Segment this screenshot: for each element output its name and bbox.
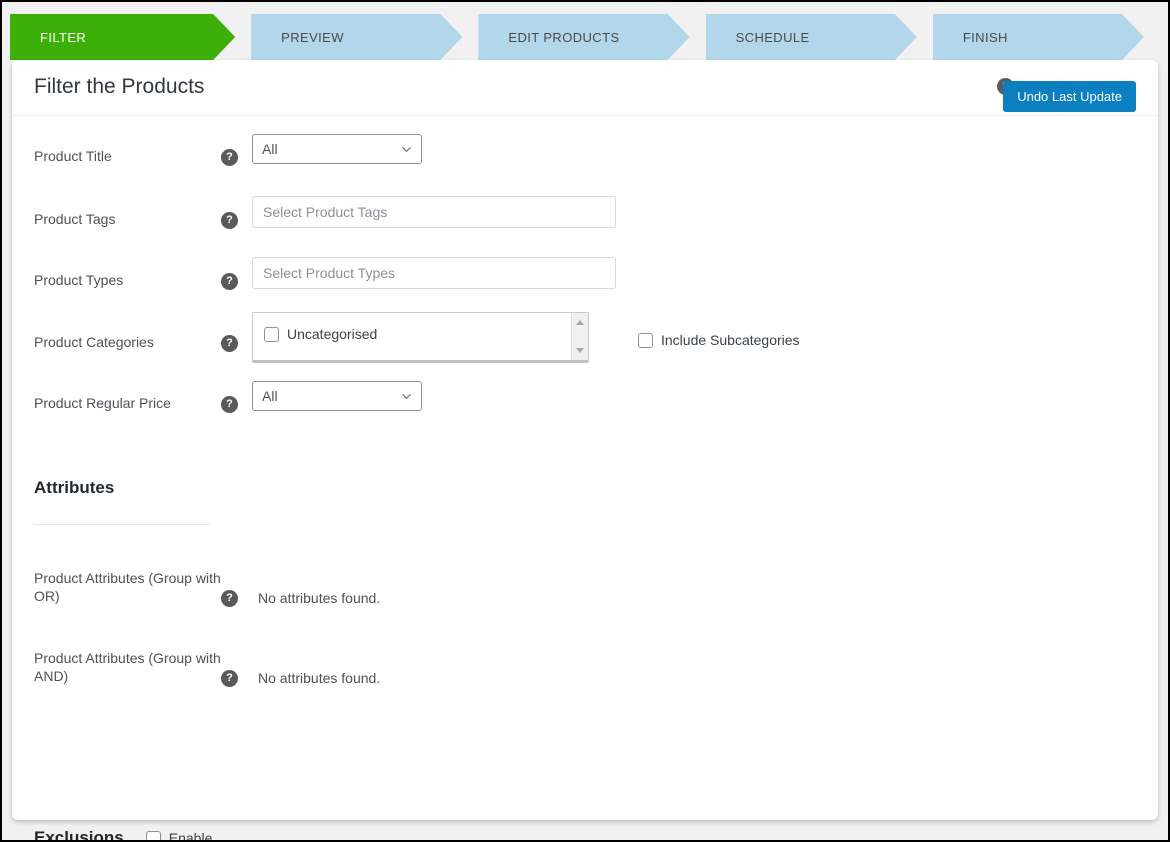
page-title: Filter the Products — [34, 75, 205, 98]
include-subcategories-wrap: Include Subcategories — [638, 332, 800, 353]
help-circle-icon[interactable]: ? — [221, 273, 238, 290]
list-item[interactable]: Uncategorised — [253, 313, 588, 342]
exclusions-enable-label: Enable — [168, 830, 213, 842]
product-title-select-wrap: All — [252, 134, 422, 164]
exclusions-section: Exclusions Enable — [34, 828, 254, 842]
scroll-down-arrow-icon[interactable] — [576, 348, 584, 353]
product-types-input-wrap — [252, 257, 616, 289]
help-circle-icon[interactable]: ? — [221, 212, 238, 229]
field-label: Product Regular Price — [34, 395, 171, 411]
wizard-step-preview[interactable]: PREVIEW — [251, 14, 462, 60]
field-label: Product Attributes (Group with AND) — [34, 650, 221, 684]
category-checkbox[interactable] — [264, 326, 279, 342]
panel-header: Filter the Products ? Undo Last Update — [12, 60, 1158, 116]
attributes-or-value: No attributes found. — [258, 590, 381, 606]
page-frame: FILTER PREVIEW EDIT PRODUCTS SCHEDULE FI… — [0, 0, 1170, 842]
category-label: Uncategorised — [287, 326, 378, 342]
wizard-steps: FILTER PREVIEW EDIT PRODUCTS SCHEDULE FI… — [10, 14, 1160, 60]
wizard-step-label: FINISH — [962, 29, 1008, 45]
wizard-step-label: SCHEDULE — [735, 29, 810, 45]
field-label: Product Tags — [34, 211, 116, 227]
wizard-step-label: FILTER — [40, 29, 87, 45]
panel-body: Product Title ? All Product Tags ? Selec… — [12, 116, 1158, 840]
product-title-select[interactable]: All — [252, 134, 422, 164]
wizard-step-filter[interactable]: FILTER — [10, 14, 235, 60]
wizard-step-schedule[interactable]: SCHEDULE — [706, 14, 917, 60]
help-circle-icon[interactable]: ? — [221, 335, 238, 352]
include-subcategories-checkbox[interactable] — [638, 332, 653, 348]
section-title: Attributes — [34, 478, 115, 497]
product-regular-price-select[interactable]: All — [252, 381, 422, 411]
include-subcategories-checkbox-line[interactable]: Include Subcategories — [638, 332, 800, 348]
help-circle-icon[interactable]: ? — [221, 396, 238, 413]
exclusions-heading-row: Exclusions Enable — [34, 828, 254, 842]
include-subcategories-label: Include Subcategories — [661, 332, 800, 348]
section-title: Exclusions — [34, 828, 124, 842]
exclusions-enable-checkbox[interactable] — [145, 830, 161, 840]
wizard-step-edit-products[interactable]: EDIT PRODUCTS — [478, 14, 689, 60]
section-divider — [34, 524, 210, 525]
product-categories-listbox-wrap: Uncategorised — [252, 312, 589, 363]
help-circle-icon[interactable]: ? — [221, 590, 238, 607]
product-tags-input-wrap — [252, 196, 616, 228]
help-circle-icon[interactable]: ? — [221, 149, 238, 166]
wizard-step-label: EDIT PRODUCTS — [508, 29, 620, 45]
help-circle-icon[interactable]: ? — [221, 670, 238, 687]
wizard-step-label: PREVIEW — [281, 29, 344, 45]
field-label: Product Types — [34, 272, 124, 288]
attributes-and-value: No attributes found. — [258, 670, 381, 686]
attributes-section-heading: Attributes — [34, 478, 210, 525]
product-types-input[interactable] — [252, 257, 616, 289]
exclusions-enable-line[interactable]: Enable — [145, 830, 213, 842]
filter-panel: Filter the Products ? Undo Last Update P… — [12, 60, 1158, 840]
field-label: Product Attributes (Group with OR) — [34, 570, 221, 604]
field-label: Product Categories — [34, 334, 154, 350]
listbox-scrollbar[interactable] — [571, 313, 588, 360]
product-categories-listbox[interactable]: Uncategorised — [252, 312, 589, 363]
undo-last-update-button[interactable]: Undo Last Update — [1003, 81, 1136, 112]
field-label: Product Title — [34, 148, 112, 164]
wizard-step-finish[interactable]: FINISH — [933, 14, 1144, 60]
scroll-up-arrow-icon[interactable] — [576, 320, 584, 325]
product-tags-input[interactable] — [252, 196, 616, 228]
product-regular-price-select-wrap: All — [252, 381, 422, 411]
